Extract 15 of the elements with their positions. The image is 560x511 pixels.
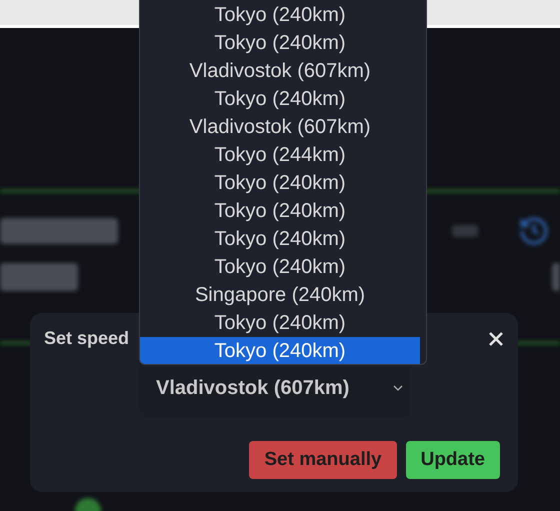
dropdown-option[interactable]: Tokyo (240km) <box>140 29 420 57</box>
dropdown-option[interactable]: Singapore (240km) <box>140 281 420 309</box>
dropdown-option[interactable]: Tokyo (244km) <box>140 141 420 169</box>
dropdown-option[interactable]: Tokyo (240km) <box>140 169 420 197</box>
dropdown-option[interactable]: Tokyo (240km) <box>140 197 420 225</box>
dropdown-option[interactable]: Tokyo (240km) <box>140 225 420 253</box>
dropdown-option[interactable]: Tokyo (240km) <box>140 309 420 337</box>
update-button[interactable]: Update <box>406 441 500 479</box>
dropdown-option[interactable]: Vladivostok (607km) <box>140 57 420 85</box>
dropdown-option[interactable]: Vladivostok (607km) <box>140 113 420 141</box>
dropdown-option[interactable]: Tokyo (240km) <box>140 337 420 364</box>
dropdown-option[interactable]: Tokyo (240km) <box>140 253 420 281</box>
dropdown-option[interactable]: Tokyo (240km) <box>140 1 420 29</box>
dropdown-option[interactable]: Tokyo (240km) <box>140 85 420 113</box>
dialog-title: Set speed <box>44 327 130 350</box>
